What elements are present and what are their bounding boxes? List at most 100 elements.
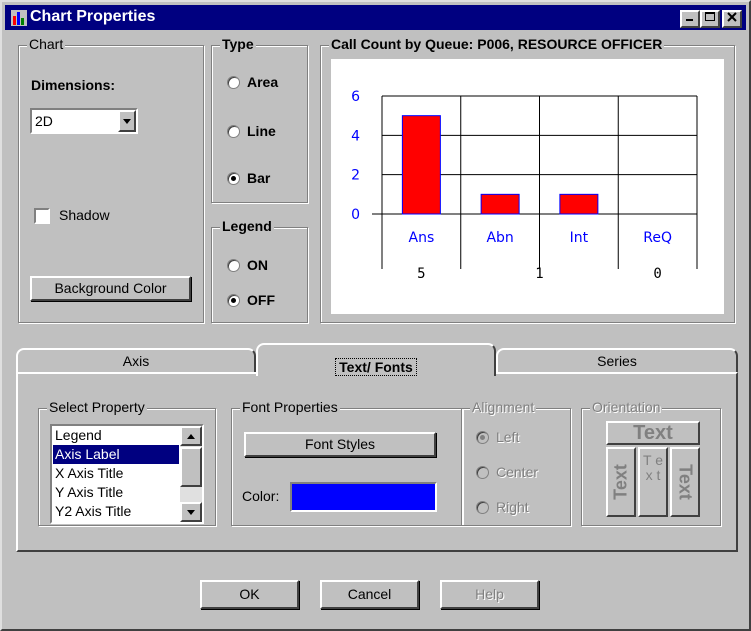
list-item[interactable]: Y Axis Title bbox=[53, 483, 179, 502]
list-item[interactable]: Y2 Axis Title bbox=[53, 502, 179, 521]
x-tick-label: Ans bbox=[409, 230, 435, 246]
window-title: Chart Properties bbox=[30, 8, 156, 25]
type-line-label: Line bbox=[247, 123, 276, 139]
alignment-title: Alignment bbox=[470, 399, 537, 415]
tab-axis[interactable]: Axis bbox=[16, 348, 256, 374]
chevron-down-icon bbox=[123, 119, 131, 124]
y-tick-label: 2 bbox=[351, 168, 360, 184]
bar-chart: 6 4 2 0 Ans Abn Int ReQ 5 1 0 bbox=[351, 89, 698, 282]
close-icon bbox=[727, 12, 737, 22]
orientation-rotate-down-button[interactable]: Text bbox=[670, 447, 700, 517]
orientation-horizontal-button[interactable]: Text bbox=[606, 421, 700, 445]
maximize-button[interactable] bbox=[700, 10, 720, 28]
orientation-title: Orientation bbox=[590, 399, 663, 415]
font-styles-button[interactable]: Font Styles bbox=[244, 432, 436, 457]
orientation-group: Orientation Text Text T e x t Text bbox=[581, 399, 721, 526]
dimensions-select[interactable]: 2D bbox=[30, 108, 138, 134]
align-center-radio[interactable] bbox=[476, 466, 489, 479]
chart-properties-window: Chart Properties Chart Dimensions: 2D Sh… bbox=[0, 0, 751, 631]
minimize-button[interactable] bbox=[680, 10, 700, 28]
dimensions-dropdown-button[interactable] bbox=[118, 110, 136, 132]
cancel-button[interactable]: Cancel bbox=[320, 580, 419, 609]
y-tick-label: 4 bbox=[351, 128, 360, 144]
type-area-label: Area bbox=[247, 74, 279, 90]
tab-panel: Select Property Legend Axis Label X Axis… bbox=[16, 372, 738, 552]
list-item[interactable]: Legend bbox=[53, 426, 179, 445]
value-label: 5 bbox=[417, 266, 425, 282]
dimensions-label: Dimensions: bbox=[31, 77, 116, 93]
legend-off-label: OFF bbox=[247, 292, 275, 308]
list-item[interactable]: X Axis Title bbox=[53, 464, 179, 483]
help-button-label: Help bbox=[475, 586, 504, 602]
scroll-up-button[interactable] bbox=[180, 426, 202, 446]
value-label: 0 bbox=[653, 266, 661, 282]
tab-series-label: Series bbox=[597, 353, 637, 369]
arrow-down-icon bbox=[187, 510, 195, 515]
arrow-up-icon bbox=[187, 434, 195, 439]
tab-text-fonts[interactable]: Text/ Fonts bbox=[256, 343, 496, 376]
ok-button-label: OK bbox=[239, 586, 260, 602]
list-item-selected[interactable]: Axis Label bbox=[53, 445, 179, 464]
x-tick-label: Int bbox=[570, 230, 589, 246]
tab-axis-label: Axis bbox=[122, 353, 150, 369]
align-left-label: Left bbox=[496, 429, 520, 445]
legend-group: Legend ON OFF bbox=[211, 218, 308, 323]
shadow-checkbox[interactable] bbox=[34, 208, 50, 224]
x-tick-label: Abn bbox=[486, 230, 513, 246]
orientation-rotate-up-button[interactable]: Text bbox=[606, 447, 636, 517]
color-label: Color: bbox=[242, 488, 280, 504]
bar bbox=[559, 193, 599, 215]
bar bbox=[480, 193, 520, 215]
orientation-stacked-label: T e x t bbox=[643, 452, 663, 483]
help-button[interactable]: Help bbox=[440, 580, 539, 609]
y-tick-label: 0 bbox=[351, 207, 360, 223]
chart-group: Chart Dimensions: 2D Shadow Background C… bbox=[18, 36, 204, 323]
type-bar-radio[interactable] bbox=[227, 172, 240, 185]
align-center-label: Center bbox=[496, 464, 539, 480]
title-bar[interactable]: Chart Properties bbox=[5, 5, 746, 30]
x-tick-label: ReQ bbox=[643, 230, 672, 246]
background-color-button[interactable]: Background Color bbox=[30, 276, 191, 301]
orientation-rotate-down-label: Text bbox=[675, 464, 696, 500]
type-line-radio[interactable] bbox=[227, 125, 240, 138]
legend-group-title: Legend bbox=[220, 218, 274, 234]
maximize-icon bbox=[705, 12, 715, 21]
align-left-radio[interactable] bbox=[476, 431, 489, 444]
scroll-down-button[interactable] bbox=[180, 502, 202, 522]
color-swatch[interactable] bbox=[290, 482, 437, 512]
chart-title: Call Count by Queue: P006, RESOURCE OFFI… bbox=[329, 36, 665, 52]
select-property-group: Select Property Legend Axis Label X Axis… bbox=[38, 399, 216, 526]
select-property-title: Select Property bbox=[47, 399, 147, 415]
dimensions-value: 2D bbox=[35, 113, 53, 129]
property-list[interactable]: Legend Axis Label X Axis Title Y Axis Ti… bbox=[50, 424, 204, 524]
ok-button[interactable]: OK bbox=[200, 580, 299, 609]
tab-text-fonts-label: Text/ Fonts bbox=[335, 358, 417, 376]
close-button[interactable] bbox=[722, 10, 742, 28]
scroll-thumb[interactable] bbox=[180, 447, 202, 487]
chart-group-title: Chart bbox=[27, 36, 66, 52]
chart-preview-group: Call Count by Queue: P006, RESOURCE OFFI… bbox=[320, 36, 735, 323]
bar bbox=[401, 115, 441, 215]
chart-app-icon bbox=[11, 10, 27, 26]
y-tick-label: 6 bbox=[351, 89, 360, 105]
alignment-group: Alignment Left Center Right bbox=[461, 399, 571, 526]
legend-on-radio[interactable] bbox=[227, 259, 240, 272]
list-scrollbar[interactable] bbox=[180, 426, 202, 522]
align-right-label: Right bbox=[496, 499, 529, 515]
value-label: 1 bbox=[535, 266, 543, 282]
type-area-radio[interactable] bbox=[227, 76, 240, 89]
chart-canvas: 6 4 2 0 Ans Abn Int ReQ 5 1 0 bbox=[331, 59, 724, 314]
align-right-radio[interactable] bbox=[476, 501, 489, 514]
type-bar-label: Bar bbox=[247, 170, 271, 186]
type-group-title: Type bbox=[220, 36, 256, 52]
font-properties-group: Font Properties Font Styles Color: bbox=[231, 399, 463, 526]
minimize-icon bbox=[686, 19, 693, 21]
orientation-stacked-button[interactable]: T e x t bbox=[638, 447, 668, 517]
legend-off-radio[interactable] bbox=[227, 294, 240, 307]
legend-on-label: ON bbox=[247, 257, 268, 273]
tab-series[interactable]: Series bbox=[496, 348, 738, 374]
orientation-rotate-up-label: Text bbox=[610, 464, 631, 500]
font-properties-title: Font Properties bbox=[240, 399, 340, 415]
type-group: Type Area Line Bar bbox=[211, 36, 308, 203]
cancel-button-label: Cancel bbox=[347, 586, 392, 602]
